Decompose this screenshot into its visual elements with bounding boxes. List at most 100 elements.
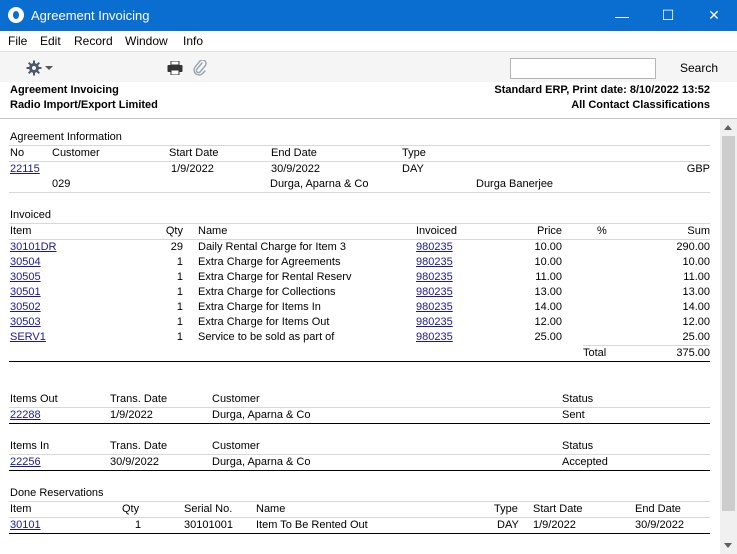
menu-window[interactable]: Window xyxy=(125,34,168,48)
toolbar: Search xyxy=(0,51,737,84)
divider xyxy=(9,161,710,162)
reservation-start-date: 1/9/2022 xyxy=(533,519,576,531)
col-header-type: Type xyxy=(494,503,518,515)
invoice-link[interactable]: 980235 xyxy=(416,256,453,268)
scrollbar-thumb[interactable] xyxy=(722,136,735,511)
reservation-item-link[interactable]: 30101 xyxy=(10,519,41,531)
chevron-down-icon[interactable] xyxy=(45,66,53,70)
divider xyxy=(9,423,710,424)
agreement-type: DAY xyxy=(402,163,424,175)
col-header-start-date: Start Date xyxy=(169,147,219,159)
divider xyxy=(9,361,710,362)
col-header-customer: Customer xyxy=(212,440,260,452)
invoice-link[interactable]: 980235 xyxy=(416,241,453,253)
row-price: 25.00 xyxy=(534,331,562,343)
col-header-price: Price xyxy=(536,225,562,237)
col-header-items-in: Items In xyxy=(10,440,50,452)
items-in-link[interactable]: 22256 xyxy=(10,456,41,468)
customer-code: 029 xyxy=(52,178,71,190)
col-header-percent: % xyxy=(597,225,607,237)
printer-icon[interactable] xyxy=(167,61,183,75)
divider xyxy=(9,517,710,518)
search-input[interactable] xyxy=(510,58,656,79)
paperclip-icon[interactable] xyxy=(193,60,207,76)
row-sum: 10.00 xyxy=(682,256,710,268)
col-header-customer: Customer xyxy=(52,147,100,159)
total-value: 375.00 xyxy=(676,347,710,359)
divider xyxy=(9,407,710,408)
menu-file[interactable]: File xyxy=(8,34,27,48)
divider xyxy=(9,145,710,146)
reservation-type: DAY xyxy=(497,519,519,531)
agreement-number-link[interactable]: 22115 xyxy=(10,163,40,175)
row-name: Extra Charge for Collections xyxy=(198,286,336,298)
row-price: 14.00 xyxy=(534,301,562,313)
col-header-qty: Qty xyxy=(165,225,183,237)
menu-edit[interactable]: Edit xyxy=(40,34,61,48)
row-name: Service to be sold as part of xyxy=(198,331,335,343)
col-header-name: Name xyxy=(198,225,228,237)
item-link[interactable]: 30504 xyxy=(10,256,41,268)
close-button[interactable]: ✕ xyxy=(691,0,737,31)
reservation-serial: 30101001 xyxy=(184,519,233,531)
divider xyxy=(9,501,710,502)
menu-record[interactable]: Record xyxy=(74,34,113,48)
invoice-link[interactable]: 980235 xyxy=(416,286,453,298)
items-out-link[interactable]: 22288 xyxy=(10,409,41,421)
divider xyxy=(583,345,710,346)
items-out-date: 1/9/2022 xyxy=(110,409,153,421)
customer-contact: Durga Banerjee xyxy=(476,178,554,190)
col-header-status: Status xyxy=(562,440,594,452)
col-header-name: Name xyxy=(256,503,286,515)
item-link[interactable]: 30501 xyxy=(10,286,41,298)
col-header-item: Item xyxy=(10,225,32,237)
row-name: Extra Charge for Agreements xyxy=(198,256,341,268)
scroll-down-icon[interactable] xyxy=(724,543,732,548)
app-icon xyxy=(8,7,24,23)
row-name: Extra Charge for Items Out xyxy=(198,316,330,328)
vertical-scrollbar[interactable] xyxy=(720,119,737,554)
item-link[interactable]: 30101DR xyxy=(10,241,56,253)
col-header-trans-date: Trans. Date xyxy=(110,440,168,452)
col-header-customer: Customer xyxy=(212,393,260,405)
col-header-end-date: End Date xyxy=(271,147,317,159)
invoice-link[interactable]: 980235 xyxy=(416,301,453,313)
item-link[interactable]: 30505 xyxy=(10,271,41,283)
agreement-end-date: 30/9/2022 xyxy=(271,163,320,175)
print-info: Standard ERP, Print date: 8/10/2022 13:5… xyxy=(494,84,710,96)
col-header-no: No xyxy=(10,147,25,159)
search-button[interactable]: Search xyxy=(680,61,718,75)
row-sum: 13.00 xyxy=(682,286,710,298)
row-qty: 1 xyxy=(176,271,183,283)
row-price: 10.00 xyxy=(534,241,562,253)
col-header-sum: Sum xyxy=(687,225,710,237)
title-bar: Agreement Invoicing — ☐ ✕ xyxy=(0,0,737,31)
col-header-trans-date: Trans. Date xyxy=(110,393,168,405)
scroll-up-icon[interactable] xyxy=(724,125,732,130)
item-link[interactable]: SERV1 xyxy=(10,331,46,343)
row-price: 13.00 xyxy=(534,286,562,298)
menu-info[interactable]: Info xyxy=(183,34,203,48)
row-name: Extra Charge for Items In xyxy=(198,301,321,313)
row-qty: 29 xyxy=(170,241,183,253)
row-qty: 1 xyxy=(176,331,183,343)
row-qty: 1 xyxy=(176,286,183,298)
col-header-qty: Qty xyxy=(122,503,140,515)
maximize-button[interactable]: ☐ xyxy=(645,0,691,31)
row-sum: 14.00 xyxy=(682,301,710,313)
col-header-start-date: Start Date xyxy=(533,503,583,515)
item-link[interactable]: 30503 xyxy=(10,316,41,328)
divider xyxy=(9,223,710,224)
row-price: 10.00 xyxy=(534,256,562,268)
company-name: Radio Import/Export Limited xyxy=(10,99,158,111)
report-content: Agreement Information No Customer Start … xyxy=(0,119,720,554)
invoice-link[interactable]: 980235 xyxy=(416,271,453,283)
gear-icon[interactable] xyxy=(26,60,42,76)
invoice-link[interactable]: 980235 xyxy=(416,316,453,328)
row-name: Daily Rental Charge for Item 3 xyxy=(198,241,346,253)
minimize-button[interactable]: — xyxy=(599,0,645,31)
item-link[interactable]: 30502 xyxy=(10,301,41,313)
row-sum: 12.00 xyxy=(682,316,710,328)
agreement-start-date: 1/9/2022 xyxy=(171,163,214,175)
invoice-link[interactable]: 980235 xyxy=(416,331,453,343)
